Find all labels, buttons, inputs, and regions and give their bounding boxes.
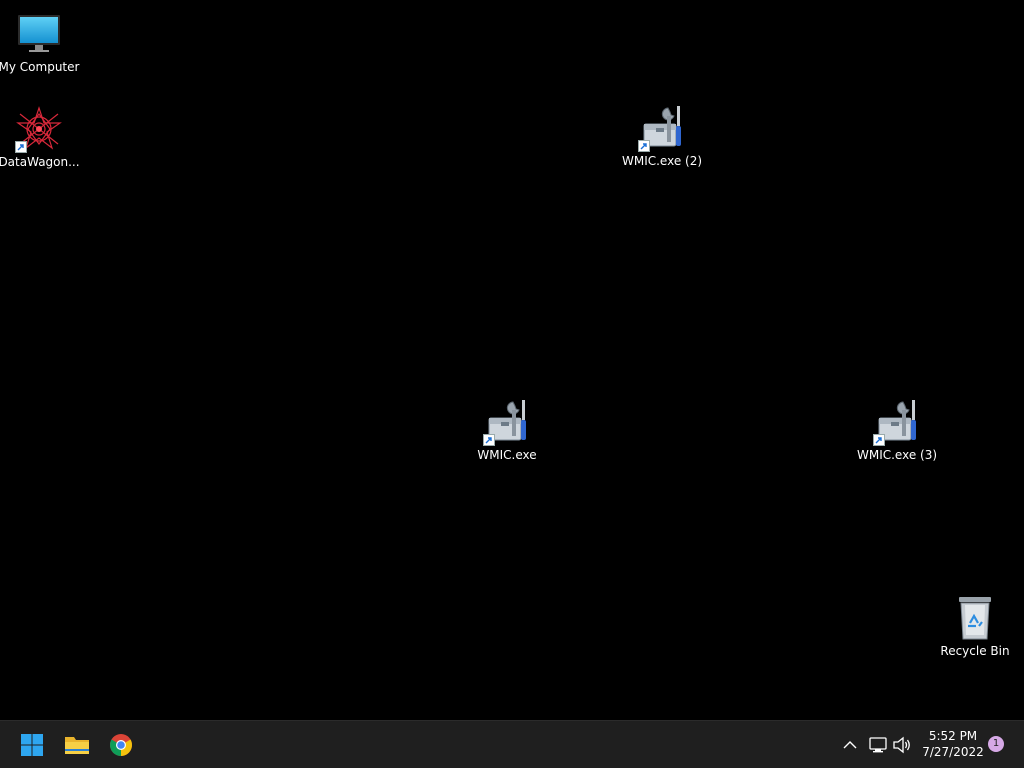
file-explorer-icon: [65, 737, 89, 754]
desktop-icon-label: WMIC.exe: [477, 448, 537, 462]
recycle-bin-icon: [951, 594, 999, 642]
desktop-icon-label: WMIC.exe (3): [856, 448, 938, 462]
desktop: My Computer DataWagon... WMIC.exe (2) WM…: [0, 0, 1024, 720]
show-hidden-icons-button[interactable]: [838, 733, 862, 757]
chrome-button[interactable]: [103, 727, 139, 763]
desktop-icon-wmic-3[interactable]: WMIC.exe (3): [855, 398, 939, 462]
volume-icon: [893, 736, 910, 754]
toolbox-icon: [873, 398, 921, 446]
desktop-icon-wmic-2[interactable]: WMIC.exe (2): [620, 104, 704, 168]
datawagon-icon: [15, 105, 63, 153]
chevron-up-icon: [843, 741, 857, 749]
network-button[interactable]: [866, 733, 890, 757]
shortcut-arrow-icon: [483, 434, 495, 446]
desktop-icon-recycle-bin[interactable]: Recycle Bin: [933, 594, 1017, 658]
file-explorer-button[interactable]: [59, 727, 95, 763]
desktop-icon-label: WMIC.exe (2): [621, 154, 703, 168]
desktop-icon-datawagon[interactable]: DataWagon...: [0, 105, 81, 169]
desktop-icon-my-computer[interactable]: My Computer: [0, 10, 81, 74]
taskbar-clock[interactable]: 5:52 PM 7/27/2022: [916, 728, 990, 760]
desktop-icon-label: DataWagon...: [0, 155, 80, 169]
shortcut-arrow-icon: [873, 434, 885, 446]
toolbox-icon: [483, 398, 531, 446]
desktop-icon-wmic[interactable]: WMIC.exe: [465, 398, 549, 462]
windows-start-icon: [21, 734, 43, 756]
monitor-icon: [15, 10, 63, 58]
shortcut-arrow-icon: [15, 141, 27, 153]
start-button[interactable]: [14, 727, 50, 763]
taskbar: 5:52 PM 7/27/2022: [0, 720, 1024, 768]
desktop-icon-label: Recycle Bin: [940, 644, 1010, 658]
notification-badge[interactable]: 1: [988, 736, 1004, 752]
volume-button[interactable]: [890, 733, 914, 757]
clock-time: 5:52 PM: [928, 729, 978, 743]
chrome-icon: [110, 734, 132, 756]
network-icon: [869, 737, 887, 753]
clock-date: 7/27/2022: [922, 745, 984, 759]
toolbox-icon: [638, 104, 686, 152]
shortcut-arrow-icon: [638, 140, 650, 152]
desktop-icon-label: My Computer: [0, 60, 80, 74]
